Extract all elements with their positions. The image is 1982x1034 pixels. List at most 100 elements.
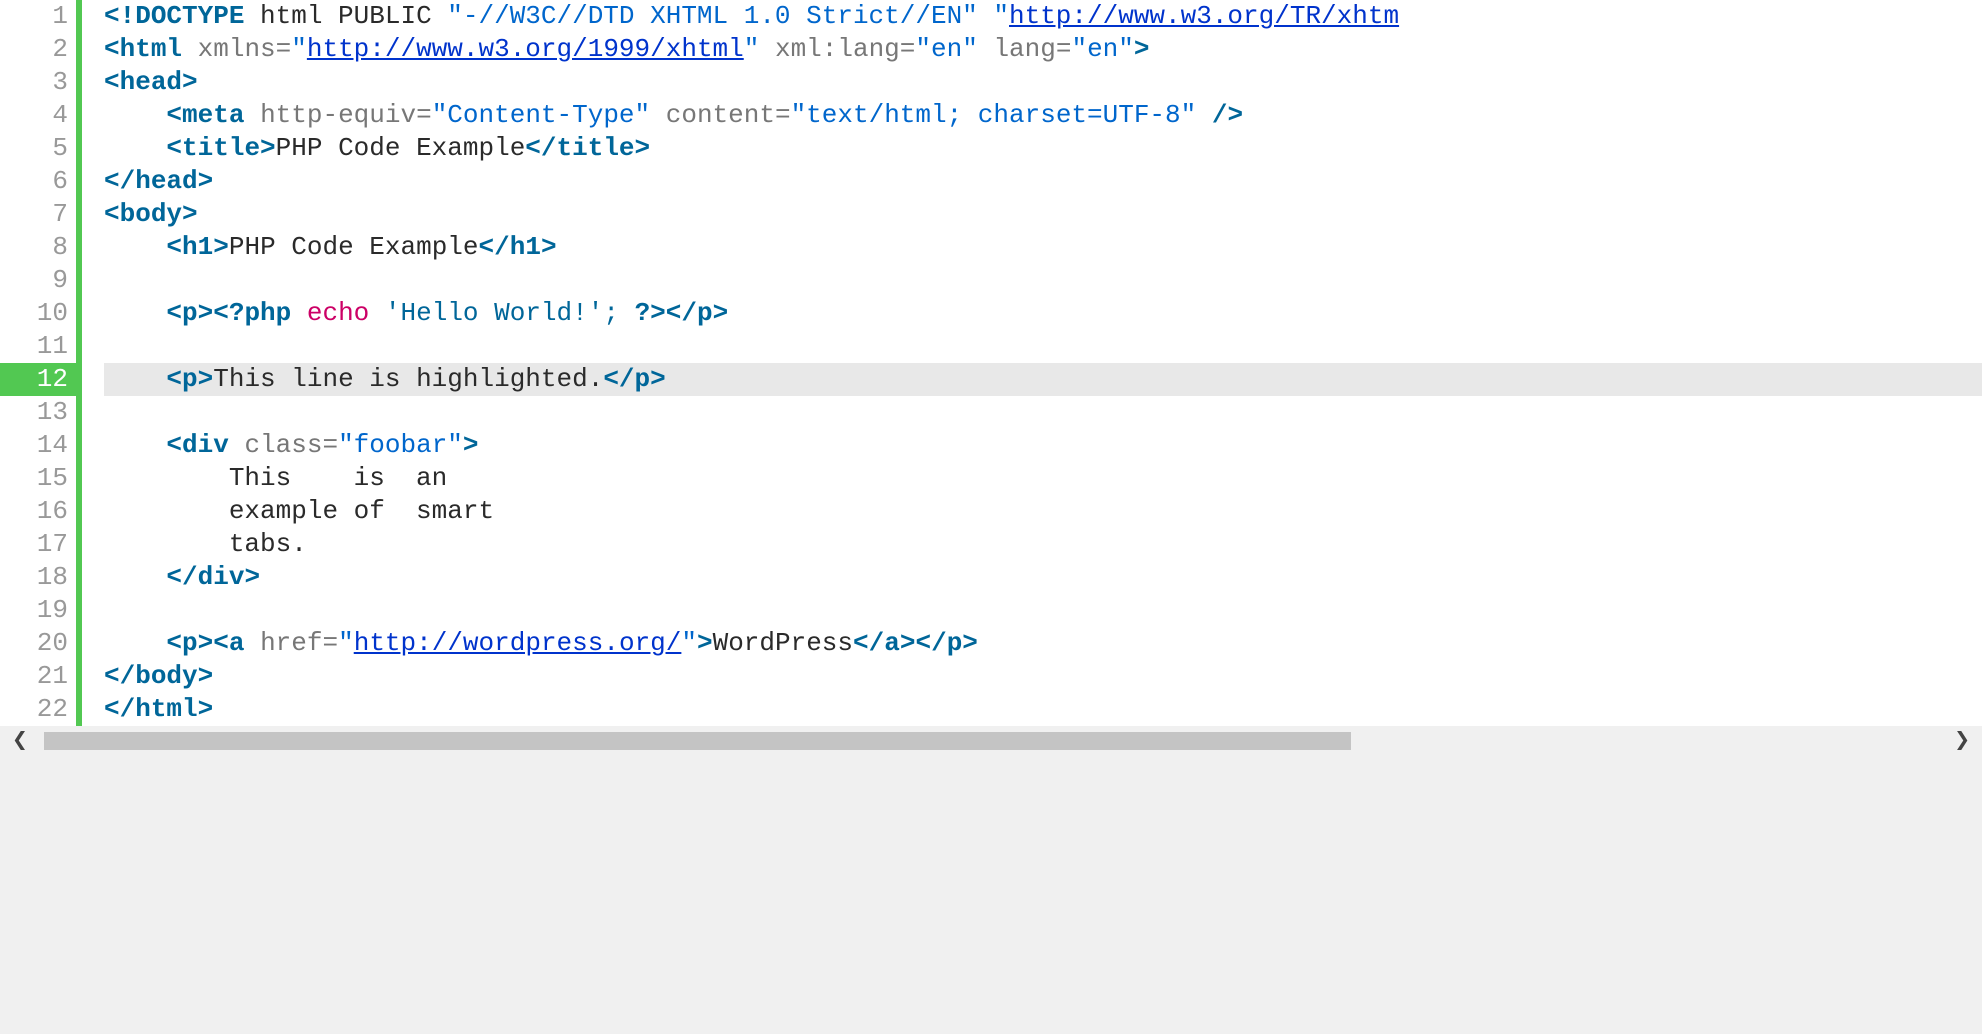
token-tag: h1	[182, 232, 213, 262]
token-string: "foobar"	[338, 430, 463, 460]
token-bracket: >	[697, 628, 713, 658]
code-line[interactable]: </div>	[104, 561, 1982, 594]
code-line[interactable]: <!DOCTYPE html PUBLIC "-//W3C//DTD XHTML…	[104, 0, 1982, 33]
token-attr: class	[244, 430, 322, 460]
line-number: 4	[0, 99, 76, 132]
token-tag: div	[198, 562, 245, 592]
token-tag: p	[182, 298, 198, 328]
token-url: http://www.w3.org/TR/xhtm	[1009, 1, 1399, 31]
token-bracket: <	[104, 67, 120, 97]
token-bracket: </	[104, 661, 135, 691]
code-body: 12345678910111213141516171819202122 <!DO…	[0, 0, 1982, 726]
token-bracket: >	[182, 199, 198, 229]
token-bracket: <	[166, 364, 182, 394]
line-number: 21	[0, 660, 76, 693]
token-doctype-text: html PUBLIC	[244, 1, 447, 31]
code-line[interactable]: <p>This line is highlighted.</p>	[104, 363, 1982, 396]
token-tag: p	[182, 628, 198, 658]
code-line[interactable]: <div class="foobar">	[104, 429, 1982, 462]
token-text	[619, 298, 635, 328]
line-number: 18	[0, 561, 76, 594]
token-bracket: <	[166, 133, 182, 163]
token-bracket: >	[962, 628, 978, 658]
token-text: tabs.	[229, 529, 307, 559]
token-doctype-text	[978, 1, 994, 31]
code-line[interactable]	[104, 594, 1982, 627]
token-tag: p	[697, 298, 713, 328]
token-attr: =	[775, 100, 791, 130]
token-bracket: </	[104, 694, 135, 724]
token-echo: echo	[307, 298, 369, 328]
scroll-right-icon[interactable]: ❯	[1950, 728, 1974, 754]
scrollbar-thumb[interactable]	[44, 732, 1351, 750]
code-line[interactable]: <meta http-equiv="Content-Type" content=…	[104, 99, 1982, 132]
line-number: 3	[0, 66, 76, 99]
token-bracket: >	[635, 133, 651, 163]
line-number: 7	[0, 198, 76, 231]
token-bracket: </	[853, 628, 884, 658]
token-text	[291, 298, 307, 328]
token-attr: =	[900, 34, 916, 64]
token-bracket: <	[104, 199, 120, 229]
token-tag: a	[884, 628, 900, 658]
token-text	[369, 298, 385, 328]
token-text	[244, 628, 260, 658]
scroll-left-icon[interactable]: ❮	[8, 728, 32, 754]
token-tag: html	[120, 34, 182, 64]
line-number: 9	[0, 264, 76, 297]
token-text: PHP Code Example	[229, 232, 479, 262]
token-bracket: >	[900, 628, 916, 658]
code-line[interactable]: <body>	[104, 198, 1982, 231]
code-line[interactable]: <html xmlns="http://www.w3.org/1999/xhtm…	[104, 33, 1982, 66]
code-line[interactable]: <title>PHP Code Example</title>	[104, 132, 1982, 165]
token-attr: xmlns	[198, 34, 276, 64]
code-line[interactable]: example of smart	[104, 495, 1982, 528]
code-line[interactable]: This is an	[104, 462, 1982, 495]
code-line[interactable]: <h1>PHP Code Example</h1>	[104, 231, 1982, 264]
token-bracket: >	[198, 298, 214, 328]
code-line[interactable]: <p><a href="http://wordpress.org/">WordP…	[104, 627, 1982, 660]
line-number: 20	[0, 627, 76, 660]
token-bracket: </	[104, 166, 135, 196]
token-bracket: >	[198, 694, 214, 724]
code-line[interactable]	[104, 330, 1982, 363]
token-php: ?>	[635, 298, 666, 328]
token-text	[978, 34, 994, 64]
code-line[interactable]	[104, 264, 1982, 297]
token-bracket: </	[166, 562, 197, 592]
line-number: 10	[0, 297, 76, 330]
token-bracket: </	[525, 133, 556, 163]
code-line[interactable]: tabs.	[104, 528, 1982, 561]
token-bracket: >	[713, 298, 729, 328]
code-line[interactable]: </head>	[104, 165, 1982, 198]
code-line[interactable]: <head>	[104, 66, 1982, 99]
code-line[interactable]	[104, 396, 1982, 429]
token-bracket: />	[1212, 100, 1243, 130]
token-string: "	[338, 628, 354, 658]
token-url: http://www.w3.org/1999/xhtml	[307, 34, 744, 64]
token-string: "	[291, 34, 307, 64]
code-area[interactable]: <!DOCTYPE html PUBLIC "-//W3C//DTD XHTML…	[82, 0, 1982, 726]
token-url: http://wordpress.org/	[354, 628, 682, 658]
token-string: "	[681, 628, 697, 658]
code-line[interactable]: </html>	[104, 693, 1982, 726]
line-number: 22	[0, 693, 76, 726]
token-bracket: >	[541, 232, 557, 262]
token-text	[650, 100, 666, 130]
scrollbar-track[interactable]	[44, 732, 1939, 750]
code-line[interactable]: </body>	[104, 660, 1982, 693]
token-bracket: <	[166, 232, 182, 262]
token-bracket: <	[166, 100, 182, 130]
token-punc: ;	[603, 298, 619, 328]
line-number: 6	[0, 165, 76, 198]
code-line[interactable]: <p><?php echo 'Hello World!'; ?></p>	[104, 297, 1982, 330]
token-text	[182, 34, 198, 64]
token-string: "	[744, 34, 760, 64]
token-attr: =	[276, 34, 292, 64]
token-bracket: <	[166, 628, 182, 658]
token-string: "Content-Type"	[432, 100, 650, 130]
line-number: 15	[0, 462, 76, 495]
token-tag: title	[557, 133, 635, 163]
token-tag: html	[135, 694, 197, 724]
token-bracket: >	[198, 364, 214, 394]
